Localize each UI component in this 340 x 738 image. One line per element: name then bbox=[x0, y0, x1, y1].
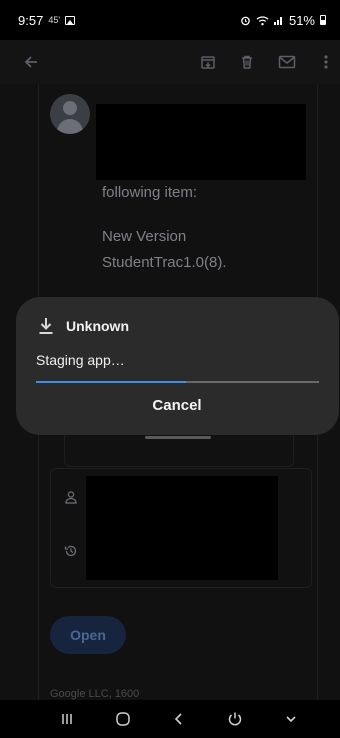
navigation-bar bbox=[0, 700, 340, 738]
mail-icon[interactable] bbox=[272, 40, 302, 84]
email-footer: Google LLC, 1600 bbox=[50, 688, 140, 700]
progress-fill bbox=[36, 381, 186, 383]
dialog-title: Unknown bbox=[66, 318, 129, 334]
email-line: following item: bbox=[102, 184, 198, 201]
hide-keyboard-icon[interactable] bbox=[276, 700, 306, 738]
battery-percent: 51% bbox=[288, 12, 315, 28]
wifi-icon bbox=[256, 15, 269, 25]
email-line: New Version bbox=[102, 228, 187, 245]
battery-icon bbox=[320, 15, 326, 25]
email-toolbar bbox=[0, 40, 340, 84]
status-indicator: 45' bbox=[48, 15, 61, 25]
back-icon[interactable] bbox=[164, 700, 194, 738]
person-icon bbox=[65, 491, 77, 504]
recents-icon[interactable] bbox=[52, 700, 82, 738]
dialog-header: Unknown bbox=[38, 317, 129, 335]
status-time: 9:57 bbox=[18, 12, 44, 28]
signal-icon bbox=[273, 17, 282, 25]
status-bar: 9:57 45' 51% bbox=[0, 0, 340, 40]
dialog-status: Staging app… bbox=[36, 352, 125, 368]
redacted-block bbox=[86, 476, 278, 580]
redacted-block bbox=[96, 104, 306, 180]
more-vert-icon[interactable] bbox=[311, 40, 340, 84]
delete-icon[interactable] bbox=[232, 40, 262, 84]
progress-bar bbox=[36, 381, 319, 383]
alarm-icon bbox=[241, 16, 250, 25]
archive-icon[interactable] bbox=[193, 40, 223, 84]
email-line: StudentTrac1.0(8). bbox=[102, 254, 227, 271]
download-icon bbox=[39, 318, 53, 334]
home-icon[interactable] bbox=[108, 700, 138, 738]
history-icon bbox=[64, 545, 77, 557]
back-arrow-icon[interactable] bbox=[16, 40, 46, 84]
sender-avatar[interactable] bbox=[50, 94, 90, 134]
scroll-indicator bbox=[145, 436, 211, 439]
cancel-button[interactable]: Cancel bbox=[127, 391, 227, 419]
assistant-icon[interactable] bbox=[220, 700, 250, 738]
open-button[interactable]: Open bbox=[50, 616, 126, 654]
install-dialog: Unknown Staging app… Cancel bbox=[16, 297, 339, 435]
image-icon bbox=[65, 15, 76, 25]
